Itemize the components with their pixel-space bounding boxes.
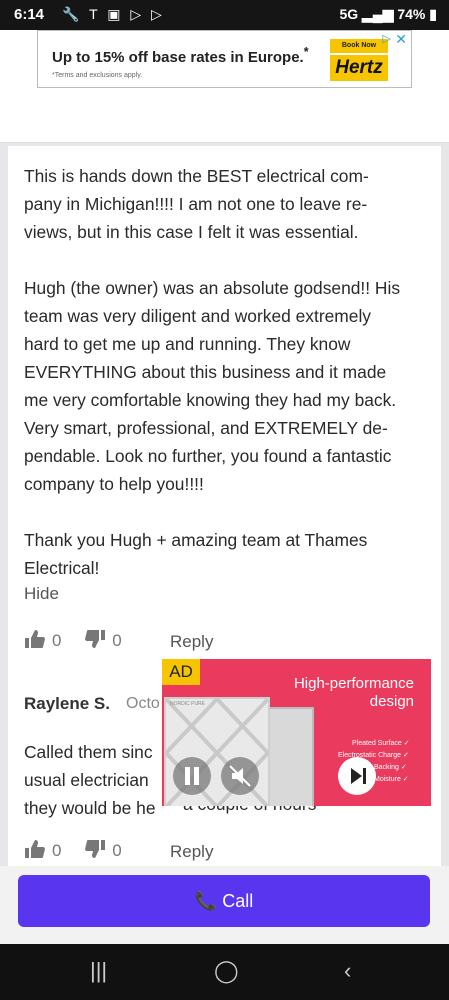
ad-headline: Up to 15% off base rates in Europe.: [52, 49, 304, 66]
pause-button[interactable]: [173, 757, 211, 795]
notification-icons: 🔧 T ▣ ▷ ▷: [62, 6, 165, 22]
video-ad[interactable]: AD High-performance design NORDIC PURE P…: [162, 659, 431, 806]
like-count: 0: [52, 841, 62, 860]
hide-link[interactable]: Hide: [24, 584, 59, 604]
mute-button[interactable]: [221, 757, 259, 795]
status-bar: 6:14 🔧 T ▣ ▷ ▷ 5G ▂▄▆ 74% ▮: [0, 0, 449, 30]
muted-speaker-icon: [229, 765, 251, 787]
review-actions-2: 0 0: [24, 839, 140, 867]
phone-icon: 📞: [194, 891, 218, 911]
video-ad-headline: High-performance design: [293, 675, 414, 710]
signal-icon: ▂▄▆: [362, 6, 394, 22]
call-label: Call: [222, 891, 254, 911]
adchoices-icon[interactable]: ▷: [383, 32, 391, 45]
like-count: 0: [52, 631, 62, 650]
system-nav-bar: ||| ◯ ‹: [0, 944, 449, 1000]
pause-icon: [185, 767, 199, 785]
reply-button[interactable]: Reply: [170, 842, 213, 862]
skip-next-button[interactable]: [338, 757, 376, 795]
recent-apps-icon[interactable]: |||: [90, 958, 107, 984]
skip-next-icon: [351, 768, 366, 784]
dislike-count: 0: [112, 631, 122, 650]
ad-fine-print: *Terms and exclusions apply.: [52, 72, 143, 79]
ad-feature: Backing ✓: [374, 764, 407, 771]
review-text: This is hands down the BEST electrical c…: [24, 166, 401, 578]
home-icon[interactable]: ◯: [214, 958, 239, 984]
hertz-logo: Hertz: [330, 55, 388, 81]
reply-button[interactable]: Reply: [170, 632, 213, 652]
system-status: 5G ▂▄▆ 74% ▮: [339, 6, 437, 23]
dislike-count: 0: [112, 841, 122, 860]
thumbs-down-icon[interactable]: [84, 839, 106, 859]
ad-headline-asterisk: *: [303, 45, 309, 59]
top-ad-bar: Up to 15% off base rates in Europe.* *Te…: [0, 30, 449, 143]
ad-book-now-button[interactable]: Book Now: [330, 39, 388, 53]
battery-label: 74%: [397, 6, 426, 22]
reviewer-name: Raylene S.: [24, 694, 110, 713]
thumbs-up-icon[interactable]: [24, 839, 46, 859]
ad-label: AD: [162, 659, 200, 685]
hertz-ad-banner[interactable]: Up to 15% off base rates in Europe.* *Te…: [37, 30, 412, 88]
thumbs-up-icon[interactable]: [24, 629, 46, 649]
ad-close-icon[interactable]: ✕: [395, 31, 407, 48]
status-time: 6:14: [14, 6, 45, 23]
thumbs-down-icon[interactable]: [84, 629, 106, 649]
call-button[interactable]: 📞 Call: [18, 875, 430, 927]
review-date: Octo: [126, 695, 160, 712]
air-filter-image-back: [266, 707, 314, 806]
review-actions: 0 0: [24, 629, 140, 657]
network-label: 5G: [339, 6, 359, 22]
call-bar: 📞 Call: [0, 866, 449, 944]
ad-feature: Pleated Surface ✓: [352, 740, 410, 747]
battery-icon: ▮: [429, 6, 437, 22]
back-icon[interactable]: ‹: [344, 958, 351, 984]
ad-feature: Moisture ✓: [374, 776, 409, 783]
filter-brand: NORDIC PURE: [170, 701, 206, 707]
